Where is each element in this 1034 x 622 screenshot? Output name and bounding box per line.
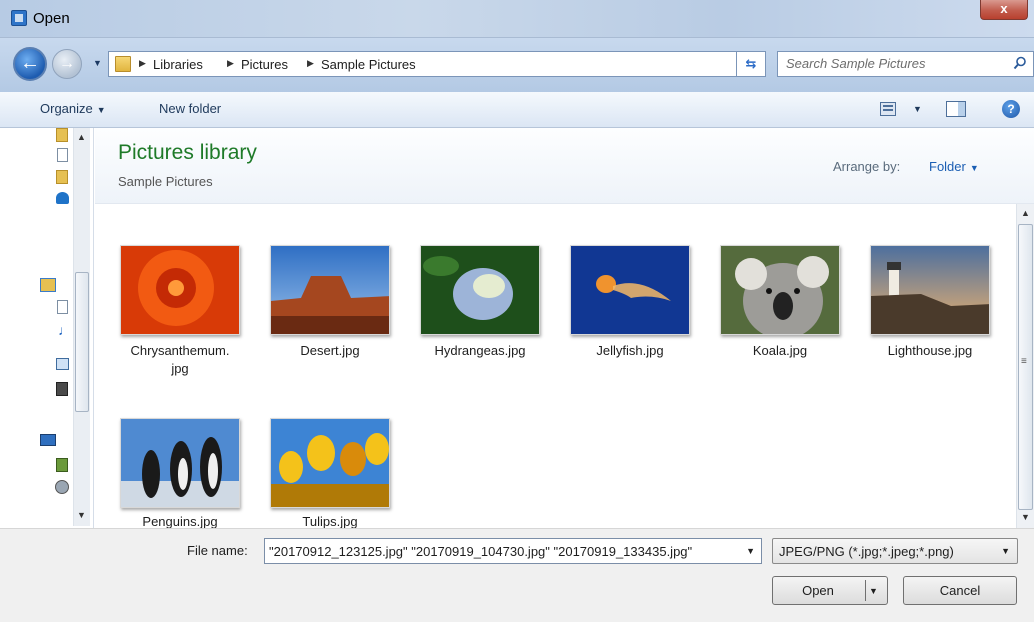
scrollbar-grip-icon: ≡: [1021, 356, 1027, 367]
folder-icon[interactable]: [56, 170, 68, 184]
file-type-select[interactable]: JPEG/PNG (*.jpg;*.jpeg;*.png) ▼: [772, 538, 1018, 564]
folder-icon[interactable]: [56, 128, 68, 142]
file-name-hydrangeas[interactable]: Hydrangeas.jpg: [405, 342, 555, 360]
title-bar: Open x: [0, 0, 1034, 38]
file-name-koala[interactable]: Koala.jpg: [705, 342, 855, 360]
open-label: Open: [802, 583, 834, 598]
navigation-pane: ♩ ▲ ▼: [0, 128, 94, 528]
file-name-label: File name:: [187, 543, 248, 558]
chevron-down-icon: ▼: [1001, 546, 1010, 556]
arrange-by-value: Folder: [929, 159, 966, 174]
thumbnail-desert[interactable]: [270, 245, 390, 335]
search-input[interactable]: [786, 56, 996, 71]
libraries-icon[interactable]: [40, 278, 56, 292]
file-name-jellyfish[interactable]: Jellyfish.jpg: [555, 342, 705, 360]
forward-button[interactable]: →: [52, 49, 82, 79]
address-bar[interactable]: ▶ Libraries ▶ Pictures ▶ Sample Pictures…: [108, 51, 766, 77]
file-list: Pictures library Sample Pictures Arrange…: [95, 128, 1034, 529]
document-icon[interactable]: [57, 148, 68, 162]
split-divider: [865, 580, 866, 601]
thumbnail-hydrangeas[interactable]: [420, 245, 540, 335]
breadcrumb-separator-icon[interactable]: ▶: [227, 58, 234, 69]
nav-scrollbar-thumb[interactable]: [75, 272, 89, 412]
penguins-image: [121, 419, 239, 507]
organize-button[interactable]: Organize ▼: [40, 101, 106, 116]
thumbnail-koala[interactable]: [720, 245, 840, 335]
drive-icon[interactable]: [55, 480, 69, 494]
view-options-dropdown-icon[interactable]: ▼: [913, 104, 922, 114]
music-icon[interactable]: ♩: [58, 323, 72, 337]
open-options-dropdown-icon[interactable]: ▼: [869, 578, 878, 605]
file-name-bar: File name: "20170912_123125.jpg" "201709…: [0, 528, 1034, 622]
breadcrumb-sample-pictures[interactable]: Sample Pictures: [321, 57, 416, 72]
preview-pane-button[interactable]: [946, 101, 966, 117]
refresh-icon: ⇆: [745, 56, 757, 71]
homegroup-icon[interactable]: [40, 434, 56, 446]
thumbnail-jellyfish[interactable]: [570, 245, 690, 335]
breadcrumb-pictures[interactable]: Pictures: [241, 57, 288, 72]
chevron-down-icon: ▼: [96, 105, 106, 115]
thumbnail-chrysanthemum[interactable]: [120, 245, 240, 335]
breadcrumb-separator-icon[interactable]: ▶: [139, 58, 146, 69]
thumbnail-tulips[interactable]: [270, 418, 390, 508]
organize-label: Organize: [40, 101, 93, 116]
flower-image: [121, 246, 239, 334]
hydrangea-image: [421, 246, 539, 334]
jellyfish-image: [571, 246, 689, 334]
scroll-down-icon[interactable]: ▼: [1021, 512, 1030, 522]
library-subtitle: Sample Pictures: [118, 174, 213, 189]
scroll-up-icon[interactable]: ▲: [1021, 208, 1030, 218]
computer-icon[interactable]: [56, 458, 68, 472]
library-header: Pictures library Sample Pictures Arrange…: [95, 128, 1034, 204]
documents-icon[interactable]: [57, 300, 68, 314]
tulips-image: [271, 419, 389, 507]
search-icon[interactable]: [1013, 56, 1027, 70]
open-button[interactable]: Open ▼: [772, 576, 888, 605]
navigation-bar: ← → ▼ ▶ Libraries ▶ Pictures ▶ Sample Pi…: [0, 38, 1034, 92]
pictures-icon[interactable]: [56, 358, 69, 370]
file-name-value: "20170912_123125.jpg" "20170919_104730.j…: [269, 544, 693, 559]
file-name-input[interactable]: "20170912_123125.jpg" "20170919_104730.j…: [264, 538, 762, 564]
videos-icon[interactable]: [56, 382, 68, 396]
chevron-down-icon: ▼: [969, 163, 979, 173]
command-toolbar: Organize ▼ New folder ▼ ?: [0, 92, 1034, 128]
file-name-dropdown-icon[interactable]: ▼: [746, 546, 755, 556]
arrange-by-dropdown[interactable]: Folder ▼: [929, 159, 979, 174]
close-button[interactable]: x: [980, 0, 1028, 20]
folder-icon: [115, 56, 131, 72]
file-name-chrysanthemum[interactable]: Chrysanthemum. jpg: [105, 342, 255, 378]
library-title: Pictures library: [118, 141, 257, 164]
cloud-icon[interactable]: [56, 192, 69, 204]
file-name-chrysanthemum-line1: Chrysanthemum.: [130, 343, 230, 358]
app-icon: [11, 10, 27, 26]
koala-image: [721, 246, 839, 334]
help-button[interactable]: ?: [1002, 100, 1020, 118]
desert-image: [271, 246, 389, 334]
file-type-value: JPEG/PNG (*.jpg;*.jpeg;*.png): [779, 544, 954, 559]
thumbnail-penguins[interactable]: [120, 418, 240, 508]
file-list-scrollbar-thumb[interactable]: [1018, 224, 1033, 510]
file-name-chrysanthemum-line2: jpg: [171, 361, 189, 376]
new-folder-button[interactable]: New folder: [159, 101, 221, 116]
scroll-down-icon[interactable]: ▼: [77, 510, 86, 520]
back-button[interactable]: ←: [13, 47, 47, 81]
file-name-desert[interactable]: Desert.jpg: [255, 342, 405, 360]
breadcrumb-libraries[interactable]: Libraries: [153, 57, 203, 72]
change-view-button[interactable]: [880, 102, 896, 116]
cancel-button[interactable]: Cancel: [903, 576, 1017, 605]
refresh-button[interactable]: ⇆: [736, 51, 766, 77]
recent-pages-dropdown[interactable]: ▼: [93, 58, 102, 68]
back-arrow-icon: ←: [20, 52, 40, 74]
lighthouse-image: [871, 246, 989, 334]
window-title: Open: [33, 10, 70, 27]
arrange-by-label: Arrange by:: [833, 159, 901, 174]
file-name-lighthouse[interactable]: Lighthouse.jpg: [855, 342, 1005, 360]
breadcrumb-separator-icon[interactable]: ▶: [307, 58, 314, 69]
forward-arrow-icon: →: [59, 55, 75, 72]
search-box[interactable]: [777, 51, 1034, 77]
scroll-up-icon[interactable]: ▲: [77, 132, 86, 142]
thumbnail-lighthouse[interactable]: [870, 245, 990, 335]
